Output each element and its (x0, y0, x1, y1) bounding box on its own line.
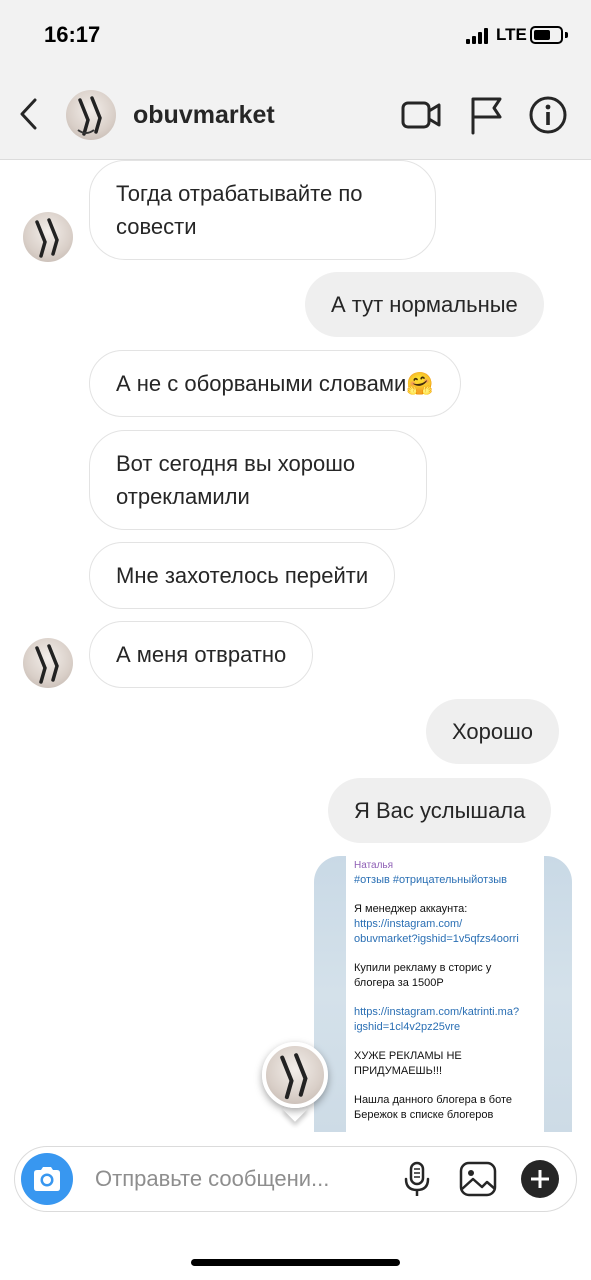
message-text-line: отрекламили (116, 484, 250, 509)
sender-avatar[interactable] (23, 212, 73, 262)
camera-icon (34, 1167, 60, 1191)
chat-username[interactable]: obuvmarket (133, 101, 275, 130)
message-incoming[interactable]: Вот сегодня вы хорошо отрекламили (89, 430, 427, 530)
message-incoming[interactable]: Мне захотелось перейти (89, 542, 396, 609)
message-incoming[interactable]: А не с оборваными словами🤗 (89, 350, 461, 417)
message-text-line: совести (116, 214, 197, 239)
message-outgoing[interactable]: А тут нормальные (305, 272, 544, 337)
message-text-line: Вот сегодня вы хорошо (116, 451, 356, 476)
shared-post-text: ПРИДУМАЕШЬ!!! (354, 1065, 443, 1077)
shared-image-message[interactable]: Наталья #отзыв #отрицательныйотзыв Я мен… (314, 856, 572, 1132)
flag-icon[interactable] (465, 94, 507, 136)
gallery-icon[interactable] (458, 1159, 498, 1199)
avatar[interactable] (66, 90, 116, 140)
shared-post-text: Я менеджер аккаунта: (354, 903, 468, 915)
shared-post-author: Наталья (354, 860, 394, 871)
message-outgoing[interactable]: Я Вас услышала (328, 778, 552, 843)
network-label: LTE (496, 25, 527, 44)
message-text-line: А меня отвратно (116, 642, 287, 667)
shared-post-link: obuvmarket?igshid=1v5qfzs4oorri (354, 933, 519, 945)
message-text-line: Мне захотелось перейти (116, 563, 369, 588)
home-indicator[interactable] (191, 1259, 400, 1266)
message-text-line: Тогда отрабатывайте по (116, 181, 363, 206)
message-input[interactable]: Отправьте сообщени... (95, 1166, 329, 1192)
microphone-icon[interactable] (397, 1159, 437, 1199)
message-text-line: Хорошо (452, 719, 534, 744)
back-arrow-icon[interactable] (14, 96, 44, 132)
battery-icon (530, 26, 563, 44)
video-call-icon[interactable] (400, 94, 442, 136)
signal-icon (466, 28, 488, 44)
battery-tip (565, 32, 568, 38)
sender-avatar[interactable] (23, 638, 73, 688)
message-text-line: А тут нормальные (331, 292, 518, 317)
status-bar: 16:17 LTE (0, 0, 591, 70)
shared-post-content: Наталья #отзыв #отрицательныйотзыв Я мен… (346, 856, 544, 1132)
camera-button[interactable] (21, 1153, 73, 1205)
message-incoming[interactable]: Тогда отрабатывайте по совести (89, 160, 436, 260)
message-incoming[interactable]: А меня отвратно (89, 621, 314, 688)
shared-post-text: блогера за 1500Р (354, 977, 444, 989)
shared-post-text: ХУЖЕ РЕКЛАМЫ НЕ (354, 1050, 462, 1062)
shared-post-link: https://instagram.com/katrinti.ma? (354, 1006, 520, 1018)
shared-post-hashtags: #отзыв #отрицательныйотзыв (354, 874, 508, 886)
add-icon[interactable] (520, 1159, 560, 1199)
message-text-line: А не с оборваными словами🤗 (116, 371, 434, 396)
status-time: 16:17 (44, 22, 101, 47)
shared-post-link: https://instagram.com/ (354, 918, 463, 930)
message-text-line: Я Вас услышала (354, 798, 526, 823)
shared-by-avatar[interactable] (262, 1042, 328, 1108)
info-icon[interactable] (527, 94, 569, 136)
chat-header: obuvmarket (0, 70, 591, 160)
shared-post-text: Купили рекламу в сторис у (354, 962, 492, 974)
message-composer: Отправьте сообщени... (14, 1146, 577, 1212)
message-outgoing[interactable]: Хорошо (426, 699, 560, 764)
shared-post-text: Нашла данного блогера в боте (354, 1094, 512, 1106)
shared-post-text: Бережок в списке блогеров (354, 1109, 494, 1121)
shared-post-link: igshid=1cl4v2pz25vre (354, 1021, 461, 1033)
